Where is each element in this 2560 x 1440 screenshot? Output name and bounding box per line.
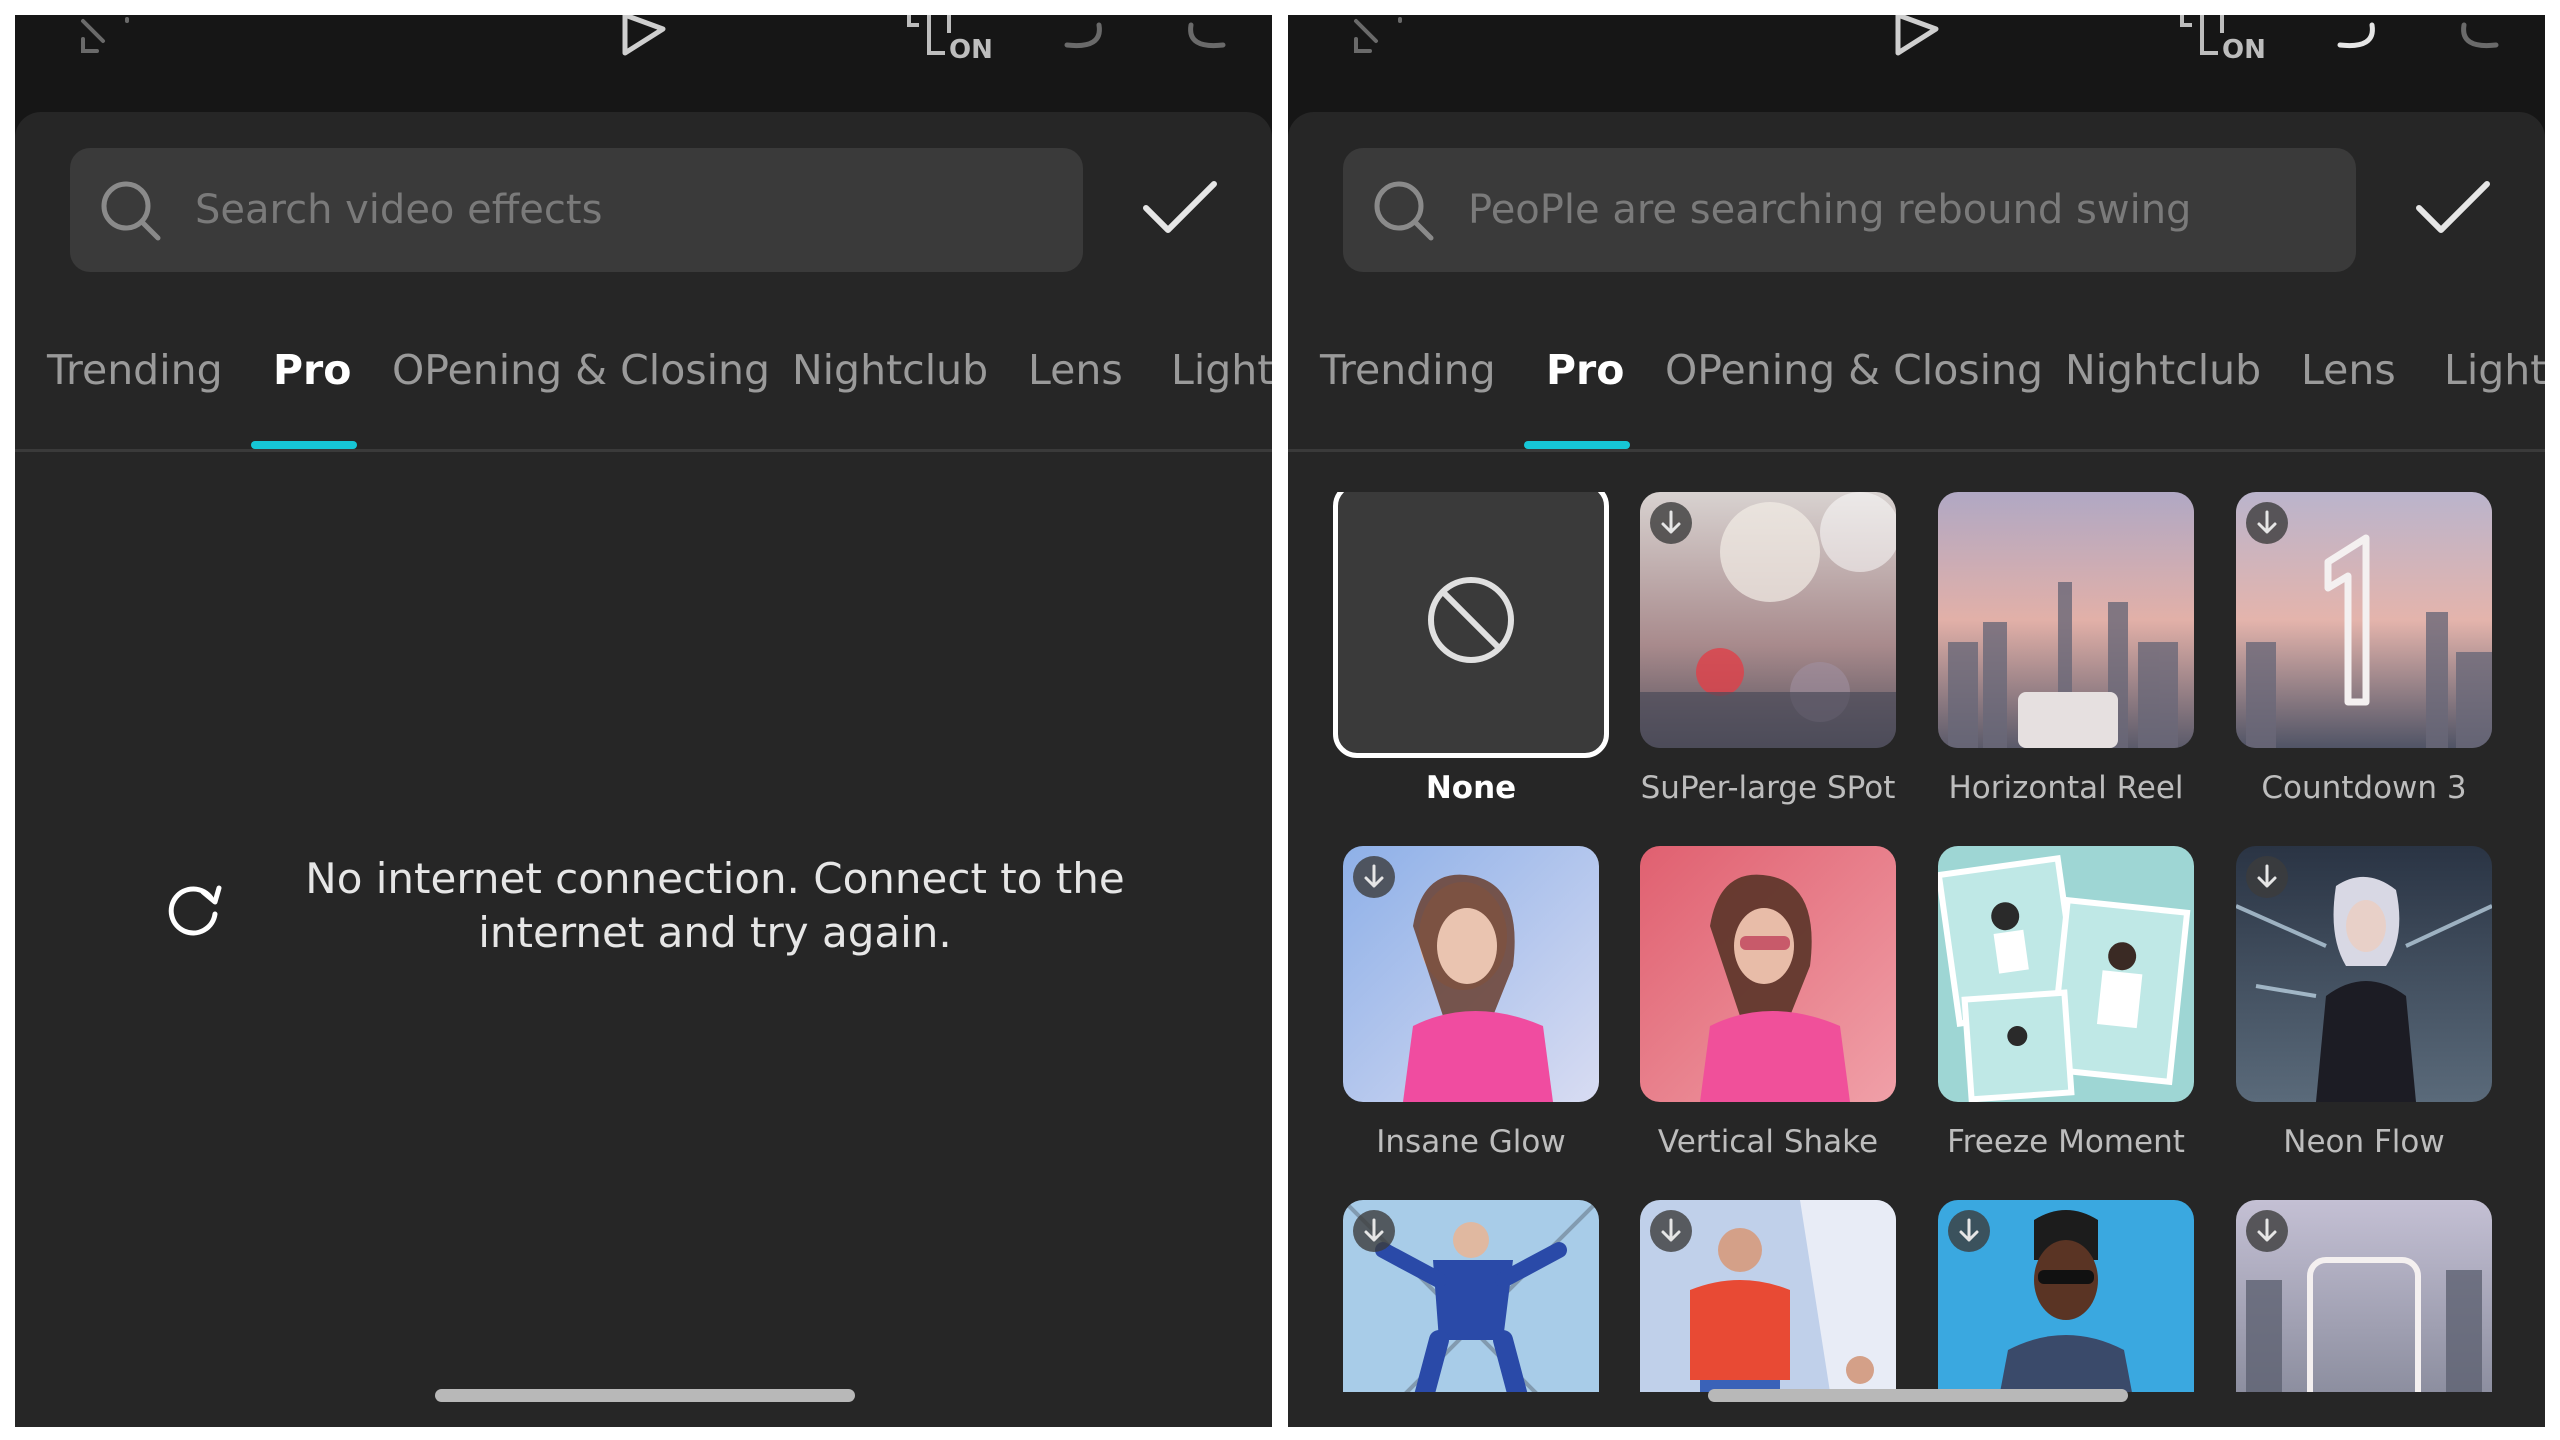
redo-icon[interactable] bbox=[2448, 15, 2508, 60]
clip-on-badge: ON bbox=[949, 35, 993, 65]
search-icon bbox=[101, 181, 161, 241]
effect-thumbnail bbox=[2236, 492, 2492, 748]
search-icon bbox=[1374, 181, 1434, 241]
search-bar[interactable] bbox=[1343, 148, 2356, 272]
top-toolbar: ON bbox=[1288, 15, 2545, 115]
tab-opening-closing[interactable]: OPening & Closing bbox=[392, 346, 770, 394]
download-icon bbox=[1948, 1210, 1990, 1252]
clip-on-icon[interactable]: ON bbox=[2178, 15, 2278, 75]
effect-thumbnail bbox=[1938, 1200, 2194, 1392]
effect-thumbnail bbox=[1640, 846, 1896, 1102]
effect-label: Horizontal Reel bbox=[1948, 770, 2184, 806]
redo-icon[interactable] bbox=[1175, 15, 1235, 60]
tab-trending[interactable]: Trending bbox=[1320, 346, 1496, 394]
clip-on-badge: ON bbox=[2222, 35, 2266, 65]
download-icon bbox=[1353, 856, 1395, 898]
effect-thumbnail bbox=[1938, 846, 2194, 1102]
offline-message-line2: internet and try again. bbox=[478, 908, 952, 957]
retry-icon[interactable] bbox=[163, 880, 225, 942]
effect-label: Insane Glow bbox=[1376, 1124, 1566, 1160]
effect-thumbnail bbox=[1640, 492, 1896, 748]
offline-state: No internet connection. Connect to the i… bbox=[15, 852, 1272, 992]
download-icon bbox=[1650, 502, 1692, 544]
play-icon[interactable] bbox=[1888, 15, 1948, 60]
tab-pro[interactable]: Pro bbox=[1546, 346, 1624, 394]
no-effect-icon bbox=[1428, 577, 1514, 663]
category-tabs: Trending Pro OPening & Closing Nightclub… bbox=[15, 312, 1272, 452]
download-icon bbox=[1353, 1210, 1395, 1252]
effect-thumbnail bbox=[1640, 1200, 1896, 1392]
tab-opening-closing[interactable]: OPening & Closing bbox=[1665, 346, 2043, 394]
effect-label: None bbox=[1425, 770, 1517, 806]
expand-icon[interactable] bbox=[75, 15, 135, 55]
none-thumbnail bbox=[1333, 492, 1609, 758]
tab-lens[interactable]: Lens bbox=[1028, 346, 1123, 394]
checkmark-icon bbox=[2416, 181, 2490, 233]
effect-label: Freeze Moment bbox=[1947, 1124, 2185, 1160]
offline-message-line1: No internet connection. Connect to the bbox=[305, 854, 1125, 903]
effect-thumbnail bbox=[1938, 492, 2194, 748]
effect-thumbnail bbox=[1343, 846, 1599, 1102]
expand-icon[interactable] bbox=[1348, 15, 1408, 55]
tab-pro[interactable]: Pro bbox=[273, 346, 351, 394]
tab-light[interactable]: Light bbox=[2444, 346, 2545, 394]
active-tab-indicator bbox=[251, 441, 357, 449]
undo-icon[interactable] bbox=[2328, 15, 2388, 60]
right-screen: ON Trending Pro OPening & Closing Nightc… bbox=[1288, 15, 2545, 1427]
effect-thumbnail bbox=[1343, 1200, 1599, 1392]
confirm-button[interactable] bbox=[2413, 174, 2493, 244]
play-icon[interactable] bbox=[615, 15, 675, 60]
effects-grid: None SuPer-large SPot Horizontal Reel Co… bbox=[1288, 492, 2545, 1392]
effect-thumbnail bbox=[2236, 846, 2492, 1102]
search-input[interactable] bbox=[1468, 148, 2328, 272]
effect-label: Vertical Shake bbox=[1657, 1124, 1879, 1160]
effect-label: Neon Flow bbox=[2283, 1124, 2445, 1160]
search-bar[interactable] bbox=[70, 148, 1083, 272]
active-tab-indicator bbox=[1524, 441, 1630, 449]
effects-sheet: Trending Pro OPening & Closing Nightclub… bbox=[1288, 112, 2545, 1427]
search-input[interactable] bbox=[195, 148, 1055, 272]
effect-label: Countdown 3 bbox=[2261, 770, 2467, 806]
tab-trending[interactable]: Trending bbox=[47, 346, 223, 394]
category-tabs: Trending Pro OPening & Closing Nightclub… bbox=[1288, 312, 2545, 452]
effect-label: SuPer-large SPot bbox=[1640, 770, 1896, 806]
download-icon bbox=[2246, 1210, 2288, 1252]
download-icon bbox=[2246, 502, 2288, 544]
home-indicator[interactable] bbox=[435, 1389, 855, 1402]
download-icon bbox=[2246, 856, 2288, 898]
home-indicator[interactable] bbox=[1708, 1389, 2128, 1402]
tab-light[interactable]: Light bbox=[1171, 346, 1272, 394]
tab-nightclub[interactable]: Nightclub bbox=[2065, 346, 2261, 394]
offline-message: No internet connection. Connect to the i… bbox=[275, 852, 1155, 960]
clip-on-icon[interactable]: ON bbox=[905, 15, 1005, 75]
confirm-button[interactable] bbox=[1140, 174, 1220, 244]
effect-thumbnail bbox=[2236, 1200, 2492, 1392]
checkmark-icon bbox=[1143, 181, 1217, 233]
left-screen: ON Trending Pro OPening & Closing Nightc… bbox=[15, 15, 1272, 1427]
tab-lens[interactable]: Lens bbox=[2301, 346, 2396, 394]
top-toolbar: ON bbox=[15, 15, 1272, 115]
effects-sheet: Trending Pro OPening & Closing Nightclub… bbox=[15, 112, 1272, 1427]
undo-icon[interactable] bbox=[1055, 15, 1115, 60]
tab-nightclub[interactable]: Nightclub bbox=[792, 346, 988, 394]
download-icon bbox=[1650, 1210, 1692, 1252]
